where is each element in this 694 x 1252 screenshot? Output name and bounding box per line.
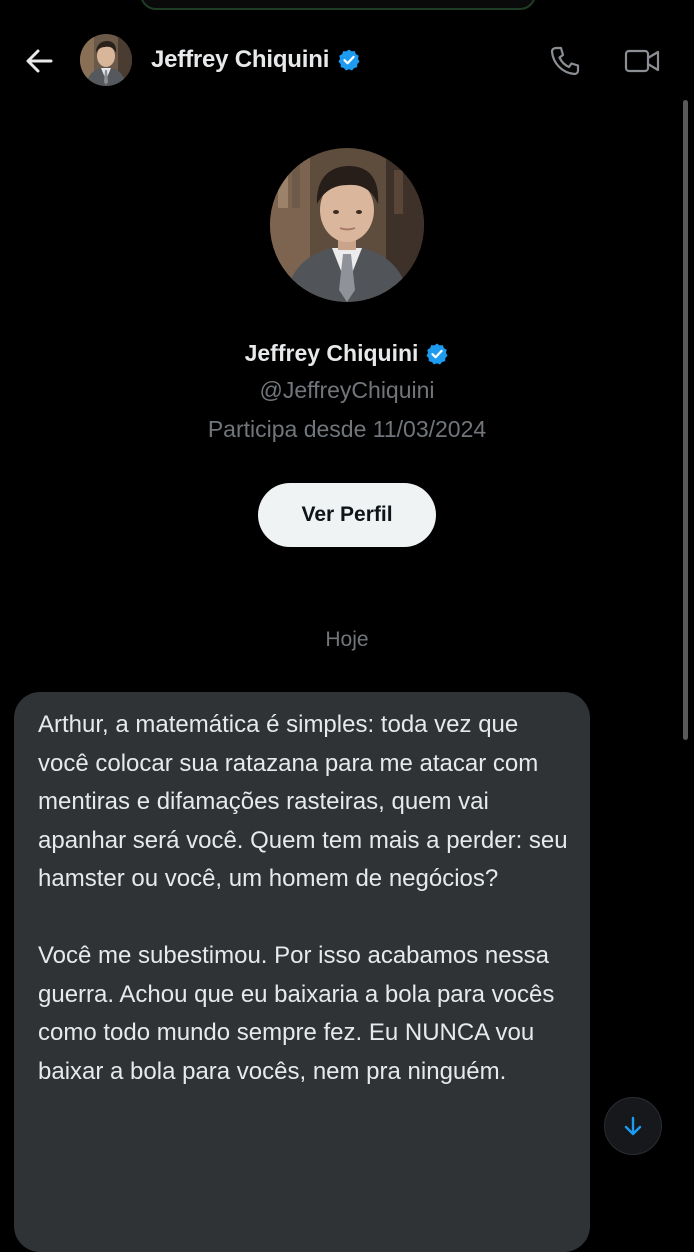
profile-name: Jeffrey Chiquini [244,340,419,366]
profile-name-row: Jeffrey Chiquini [245,340,450,367]
message-paragraph: Arthur, a matemática é simples: toda vez… [38,711,568,892]
avatar-image [270,148,424,302]
video-call-button[interactable] [622,42,662,80]
profile-card: Jeffrey Chiquini @JeffreyChiquini Partic… [0,148,694,547]
verified-badge-icon [426,343,448,364]
back-button[interactable] [20,42,58,80]
message-paragraph: Você me subestimou. Por isso acabamos ne… [38,942,555,1085]
profile-handle: @JeffreyChiquini [259,377,435,403]
date-separator: Hoje [325,628,369,651]
video-camera-icon [624,49,660,73]
conversation-header: Jeffrey Chiquini [0,28,694,94]
header-title[interactable]: Jeffrey Chiquini [151,46,361,74]
scroll-to-bottom-button[interactable] [604,1097,662,1155]
view-profile-button[interactable]: Ver Perfil [258,483,436,547]
phone-icon [550,46,580,76]
header-name: Jeffrey Chiquini [151,46,330,73]
header-avatar[interactable] [80,34,132,86]
profile-avatar[interactable] [270,148,424,302]
message-bubble[interactable]: Arthur, a matemática é simples: toda vez… [14,692,590,1252]
verified-badge-icon [338,49,360,71]
call-button[interactable] [546,42,584,80]
arrow-left-icon [26,49,53,73]
arrow-down-icon [624,1116,642,1136]
avatar-image [80,34,132,86]
top-status-pill [140,0,536,10]
profile-joined-date: Participa desde 11/03/2024 [207,416,487,442]
